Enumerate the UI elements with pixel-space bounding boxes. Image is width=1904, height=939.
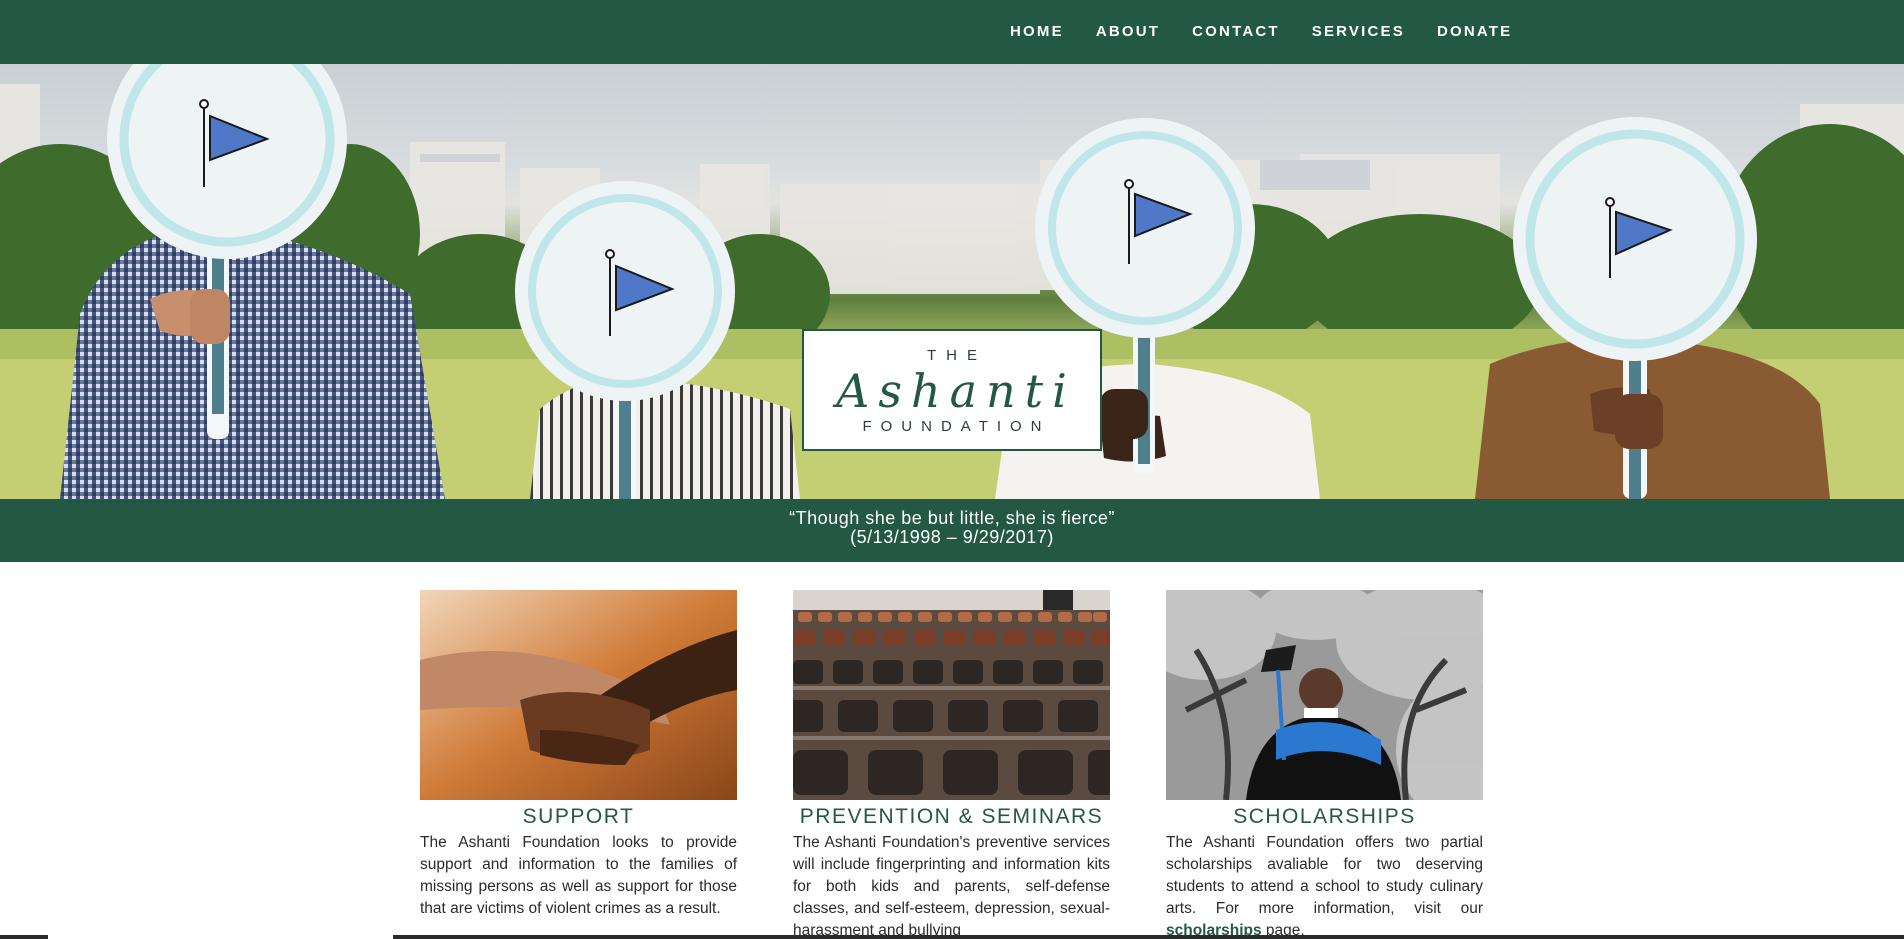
main-nav: HOME ABOUT CONTACT SERVICES DONATE [1010, 0, 1512, 62]
hero-banner: THE Ashanti FOUNDATION [0, 64, 1904, 499]
prevention-description: The Ashanti Foundation's preventive serv… [793, 834, 1110, 939]
service-card-prevention: PREVENTION & SEMINARS The Ashanti Founda… [793, 590, 1110, 939]
prevention-title: PREVENTION & SEMINARS [799, 805, 1104, 828]
nav-donate-link[interactable]: DONATE [1437, 23, 1512, 40]
memorial-dates: (5/13/1998 – 9/29/2017) [850, 527, 1054, 547]
support-image [420, 590, 737, 800]
scholarships-description: The Ashanti Foundation offers two partia… [1166, 832, 1483, 939]
logo-the-text: THE [927, 347, 987, 364]
support-title: SUPPORT [522, 805, 635, 828]
support-description: The Ashanti Foundation looks to provide … [420, 834, 737, 917]
scholarships-image [1166, 590, 1483, 800]
quote-text: “Though she be but little, she is fierce… [789, 508, 1115, 528]
nav-about-link[interactable]: ABOUT [1096, 23, 1160, 40]
service-card-scholarships: SCHOLARSHIPS The Ashanti Foundation offe… [1166, 590, 1483, 939]
logo-name-text: Ashanti [836, 364, 1076, 418]
nav-services-link[interactable]: SERVICES [1312, 23, 1405, 40]
foundation-logo[interactable]: THE Ashanti FOUNDATION [802, 329, 1102, 451]
memorial-quote-band: “Though she be but little, she is fierce… [0, 499, 1904, 562]
service-card-support: SUPPORT The Ashanti Foundation looks to … [420, 590, 737, 920]
top-nav-bar: HOME ABOUT CONTACT SERVICES DONATE [0, 0, 1904, 64]
nav-home-link[interactable]: HOME [1010, 23, 1064, 40]
scholarships-title: SCHOLARSHIPS [1233, 805, 1416, 828]
prevention-image [793, 590, 1110, 800]
nav-contact-link[interactable]: CONTACT [1192, 23, 1280, 40]
logo-foundation-text: FOUNDATION [862, 418, 1051, 435]
scholarships-text-before: The Ashanti Foundation offers two partia… [1166, 834, 1483, 917]
bottom-edge [0, 935, 1904, 939]
